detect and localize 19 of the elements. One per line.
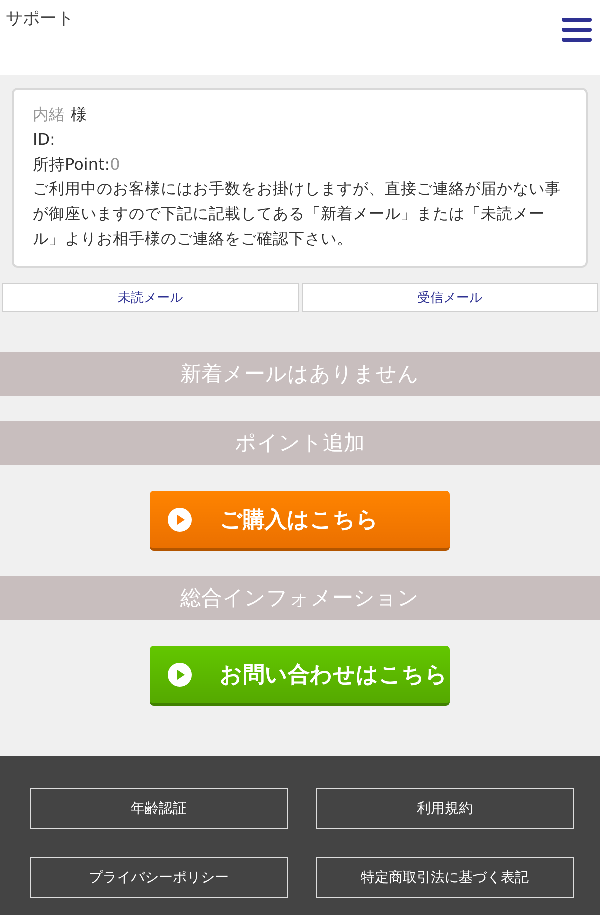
- footer-link[interactable]: プライバシーポリシー: [30, 857, 288, 898]
- mail-tab[interactable]: 受信メール: [302, 283, 598, 312]
- id-label: ID:: [33, 130, 56, 149]
- play-icon: [168, 508, 192, 532]
- section-heading: 新着メールはありません: [0, 352, 600, 396]
- points-label: 所持Point:: [33, 155, 110, 174]
- mail-tab[interactable]: 未読メール: [2, 283, 298, 312]
- points-value: 0: [110, 155, 120, 174]
- notice-text: ご利用中のお客様にはお手数をお掛けしますが、直接ご連絡が届かない事が御座いますので下記に記載してある「新着メール」または「未読メール」よりお相手様のご連絡をご確認下さい。: [33, 179, 562, 250]
- user-name: 内緒: [33, 105, 65, 124]
- footer-link[interactable]: 特定商取引法に基づく表記: [316, 857, 574, 898]
- footer-link[interactable]: 利用規約: [316, 788, 574, 829]
- menu-icon[interactable]: [562, 17, 592, 43]
- honorific: 様: [71, 105, 87, 124]
- section-heading: ポイント追加: [0, 421, 600, 465]
- section-heading: 総合インフォメーション: [0, 576, 600, 620]
- footer-link[interactable]: 年齢認証: [30, 788, 288, 829]
- page-title: サポート: [6, 8, 74, 30]
- play-icon: [168, 662, 192, 686]
